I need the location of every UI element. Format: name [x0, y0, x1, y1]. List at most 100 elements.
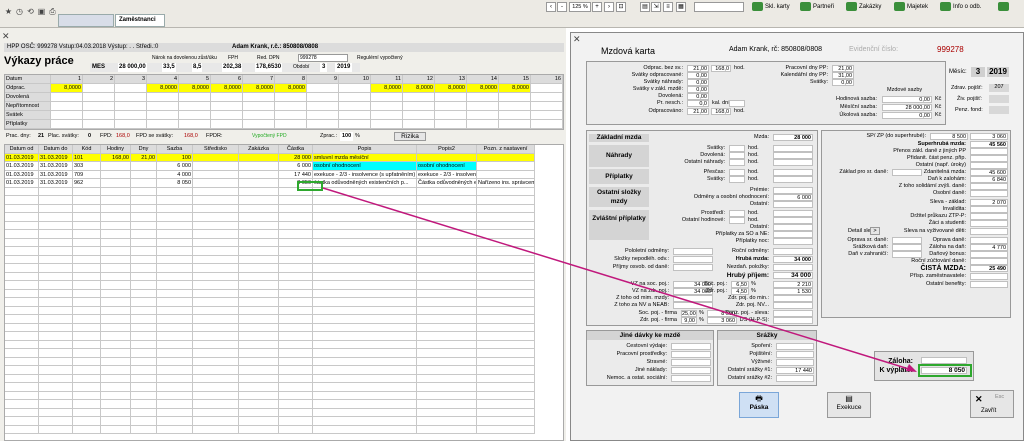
calendar-cell[interactable]	[371, 102, 403, 111]
grid-cell[interactable]: 303	[73, 162, 101, 171]
grid-cell[interactable]: 21,00	[131, 153, 157, 162]
grid-cell[interactable]	[193, 179, 239, 188]
nav-partneri[interactable]: Partneři	[800, 2, 834, 13]
nav-majetek[interactable]: Majetek	[894, 2, 928, 13]
grid-cell[interactable]: 168,00	[101, 153, 131, 162]
calendar-cell[interactable]	[83, 111, 115, 120]
paska-button[interactable]: 🖶 Páska	[739, 392, 779, 418]
fit-icon[interactable]: ⊡	[616, 2, 626, 12]
grid-cell[interactable]	[193, 162, 239, 171]
list-icon[interactable]: ≡	[663, 2, 673, 12]
calendar-cell[interactable]	[467, 120, 499, 129]
calendar-cell[interactable]	[435, 111, 467, 120]
grid-cell[interactable]	[131, 162, 157, 171]
grid-cell[interactable]: 6 000	[279, 162, 313, 171]
calendar-cell[interactable]	[371, 111, 403, 120]
grid-cell[interactable]: 31.03.2019	[39, 153, 73, 162]
grid-cell[interactable]: 31.03.2019	[39, 162, 73, 171]
calendar-cell[interactable]	[211, 111, 243, 120]
grid-cell[interactable]: 31.03.2019	[39, 170, 73, 179]
calendar-cell[interactable]	[307, 111, 339, 120]
calendar-odprac-cell[interactable]: 8,0000	[435, 84, 467, 93]
grid-cell[interactable]	[101, 162, 131, 171]
calendar-odprac-cell[interactable]: 8,0000	[499, 84, 531, 93]
calendar-cell[interactable]	[403, 120, 435, 129]
toolbar-search-input[interactable]	[694, 2, 744, 12]
zoom-level[interactable]: 125 %	[569, 2, 591, 12]
calendar-cell[interactable]	[307, 93, 339, 102]
grid-column-header[interactable]: Sazba	[157, 145, 193, 154]
grid-cell[interactable]: 17 440	[279, 170, 313, 179]
calendar-odprac-cell[interactable]: 8,0000	[179, 84, 211, 93]
zoom-in-icon[interactable]: ›	[604, 2, 614, 12]
zoom-out-icon[interactable]: ‹	[546, 2, 556, 12]
calendar-cell[interactable]	[115, 102, 147, 111]
calendar-odprac-cell[interactable]: 8,0000	[371, 84, 403, 93]
grid-cell[interactable]: osobní ohodnocení	[417, 162, 477, 171]
calendar-cell[interactable]	[211, 120, 243, 129]
grid-column-header[interactable]: Pozn. z nastavení	[477, 145, 535, 154]
calendar-cell[interactable]	[499, 120, 531, 129]
grid-cell[interactable]: Částka odůvodněných e...	[417, 179, 477, 188]
calendar-cell[interactable]	[339, 111, 371, 120]
grid-cell[interactable]	[101, 179, 131, 188]
calendar-cell[interactable]	[243, 120, 275, 129]
calendar-cell[interactable]	[275, 102, 307, 111]
grid-cell[interactable]	[477, 170, 535, 179]
calendar-cell[interactable]	[403, 111, 435, 120]
calendar-cell[interactable]	[243, 102, 275, 111]
grid-cell[interactable]	[239, 162, 279, 171]
rizika-button[interactable]: Rizika	[394, 132, 426, 141]
grid-column-header[interactable]: Datum od	[5, 145, 39, 154]
grid-cell[interactable]	[239, 179, 279, 188]
calendar-odprac-cell[interactable]: 8,0000	[243, 84, 275, 93]
grid-cell[interactable]: 01.03.2019	[5, 170, 39, 179]
grid-cell[interactable]: částka odůvodněných existenčních p...	[313, 179, 417, 188]
mesic-value[interactable]: 3	[971, 67, 985, 77]
calendar-odprac-cell[interactable]: 8,0000	[403, 84, 435, 93]
star-icon[interactable]: ★	[3, 6, 14, 17]
nav-skl-karty[interactable]: Skl. karty	[752, 2, 790, 13]
calendar-cell[interactable]	[275, 111, 307, 120]
calendar-cell[interactable]	[467, 102, 499, 111]
calendar-odprac-cell[interactable]: 8,0000	[147, 84, 179, 93]
grid-icon[interactable]: ▦	[676, 2, 686, 12]
calendar-cell[interactable]	[211, 102, 243, 111]
calendar-cell[interactable]	[307, 120, 339, 129]
expand-icon[interactable]: ⇲	[651, 2, 661, 12]
grid-column-header[interactable]: Kód	[73, 145, 101, 154]
calendar-odprac-cell[interactable]	[339, 84, 371, 93]
grid-column-header[interactable]: Zakázka	[239, 145, 279, 154]
calendar-cell[interactable]	[371, 93, 403, 102]
grid-cell[interactable]	[131, 179, 157, 188]
grid-cell[interactable]	[239, 153, 279, 162]
print-icon[interactable]: ⎙	[47, 6, 58, 17]
calendar-cell[interactable]	[275, 93, 307, 102]
grid-cell[interactable]: smluvní mzda měsíční	[313, 153, 417, 162]
grid-column-header[interactable]: Částka	[279, 145, 313, 154]
calendar-cell[interactable]	[339, 120, 371, 129]
calendar-cell[interactable]	[435, 102, 467, 111]
grid-cell[interactable]	[477, 153, 535, 162]
clock-icon[interactable]: ◷	[14, 6, 25, 17]
calendar-cell[interactable]	[435, 120, 467, 129]
grid-column-header[interactable]: Středisko	[193, 145, 239, 154]
calendar-odprac-cell[interactable]	[115, 84, 147, 93]
grid-column-header[interactable]: Datum do	[39, 145, 73, 154]
calendar-cell[interactable]	[147, 111, 179, 120]
nav-zakazky[interactable]: Zakázky	[846, 2, 881, 13]
calendar-cell[interactable]	[531, 102, 563, 111]
calendar-cell[interactable]	[339, 102, 371, 111]
grid-column-header[interactable]: Dny	[131, 145, 157, 154]
grid-cell[interactable]	[193, 170, 239, 179]
calendar-cell[interactable]	[403, 93, 435, 102]
grid-cell[interactable]: 01.03.2019	[5, 162, 39, 171]
window-icon[interactable]: ▣	[36, 6, 47, 17]
calendar-cell[interactable]	[179, 102, 211, 111]
period-year[interactable]: 2019	[335, 63, 353, 72]
grid-cell[interactable]: 962	[73, 179, 101, 188]
calendar-cell[interactable]	[51, 111, 83, 120]
nav-info-odb[interactable]: Info o odb.	[940, 2, 981, 13]
grid-cell[interactable]: 100	[157, 153, 193, 162]
grid-cell[interactable]: 6 000	[157, 162, 193, 171]
